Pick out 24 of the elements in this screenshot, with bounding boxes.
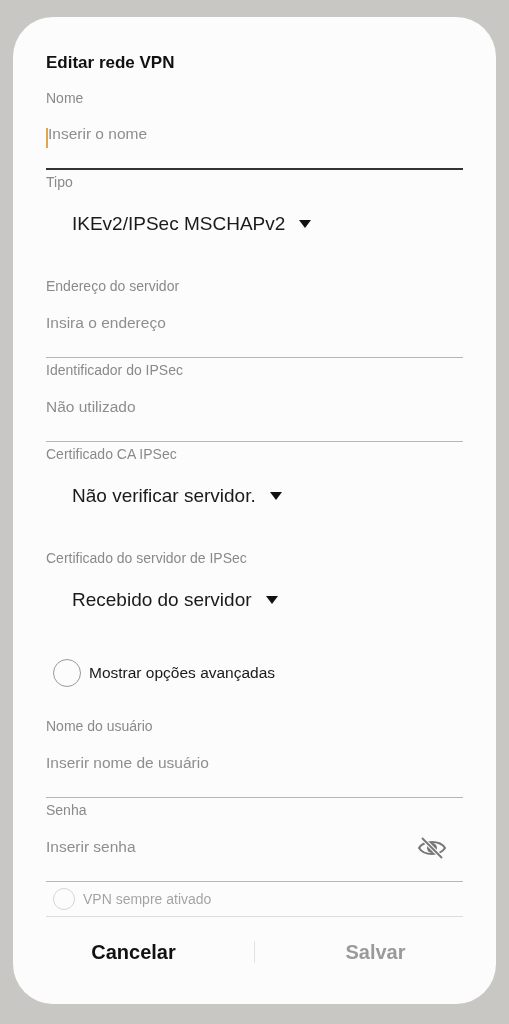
dropdown[interactable]: IKEv2/IPSec MSCHAPv2 <box>46 202 312 246</box>
field-label: Endereço do servidor <box>46 277 181 296</box>
eye-off-icon[interactable] <box>417 835 447 860</box>
input-field[interactable]: Inserir o nome <box>46 108 463 170</box>
field-label: Certificado CA IPSec <box>46 445 178 464</box>
text-cursor <box>46 128 48 148</box>
input-field[interactable]: Inserir senha <box>46 820 463 882</box>
dropdown[interactable]: Não verificar servidor. <box>46 474 282 518</box>
field-label: Senha <box>46 801 88 820</box>
input-field[interactable]: Não utilizado <box>46 380 463 442</box>
dialog-title: Editar rede VPN <box>46 52 176 74</box>
checkbox-row[interactable]: Mostrar opções avançadas <box>46 651 463 695</box>
field-label: Tipo <box>46 173 74 192</box>
field-label: Nome <box>46 89 85 108</box>
field-label: Certificado do servidor de IPSec <box>46 549 248 568</box>
dropdown-caret-icon <box>265 596 278 604</box>
dropdown-caret-icon <box>269 492 282 500</box>
dropdown-caret-icon <box>299 220 312 228</box>
input-field[interactable]: Inserir nome de usuário <box>46 736 463 798</box>
input-field[interactable]: Insira o endereço <box>46 296 463 358</box>
field-label: Identificador do IPSec <box>46 361 184 380</box>
dropdown[interactable]: Recebido do servidor <box>46 578 278 622</box>
dialog-button[interactable]: Cancelar <box>13 937 254 967</box>
field-label: Nome do usuário <box>46 717 154 736</box>
